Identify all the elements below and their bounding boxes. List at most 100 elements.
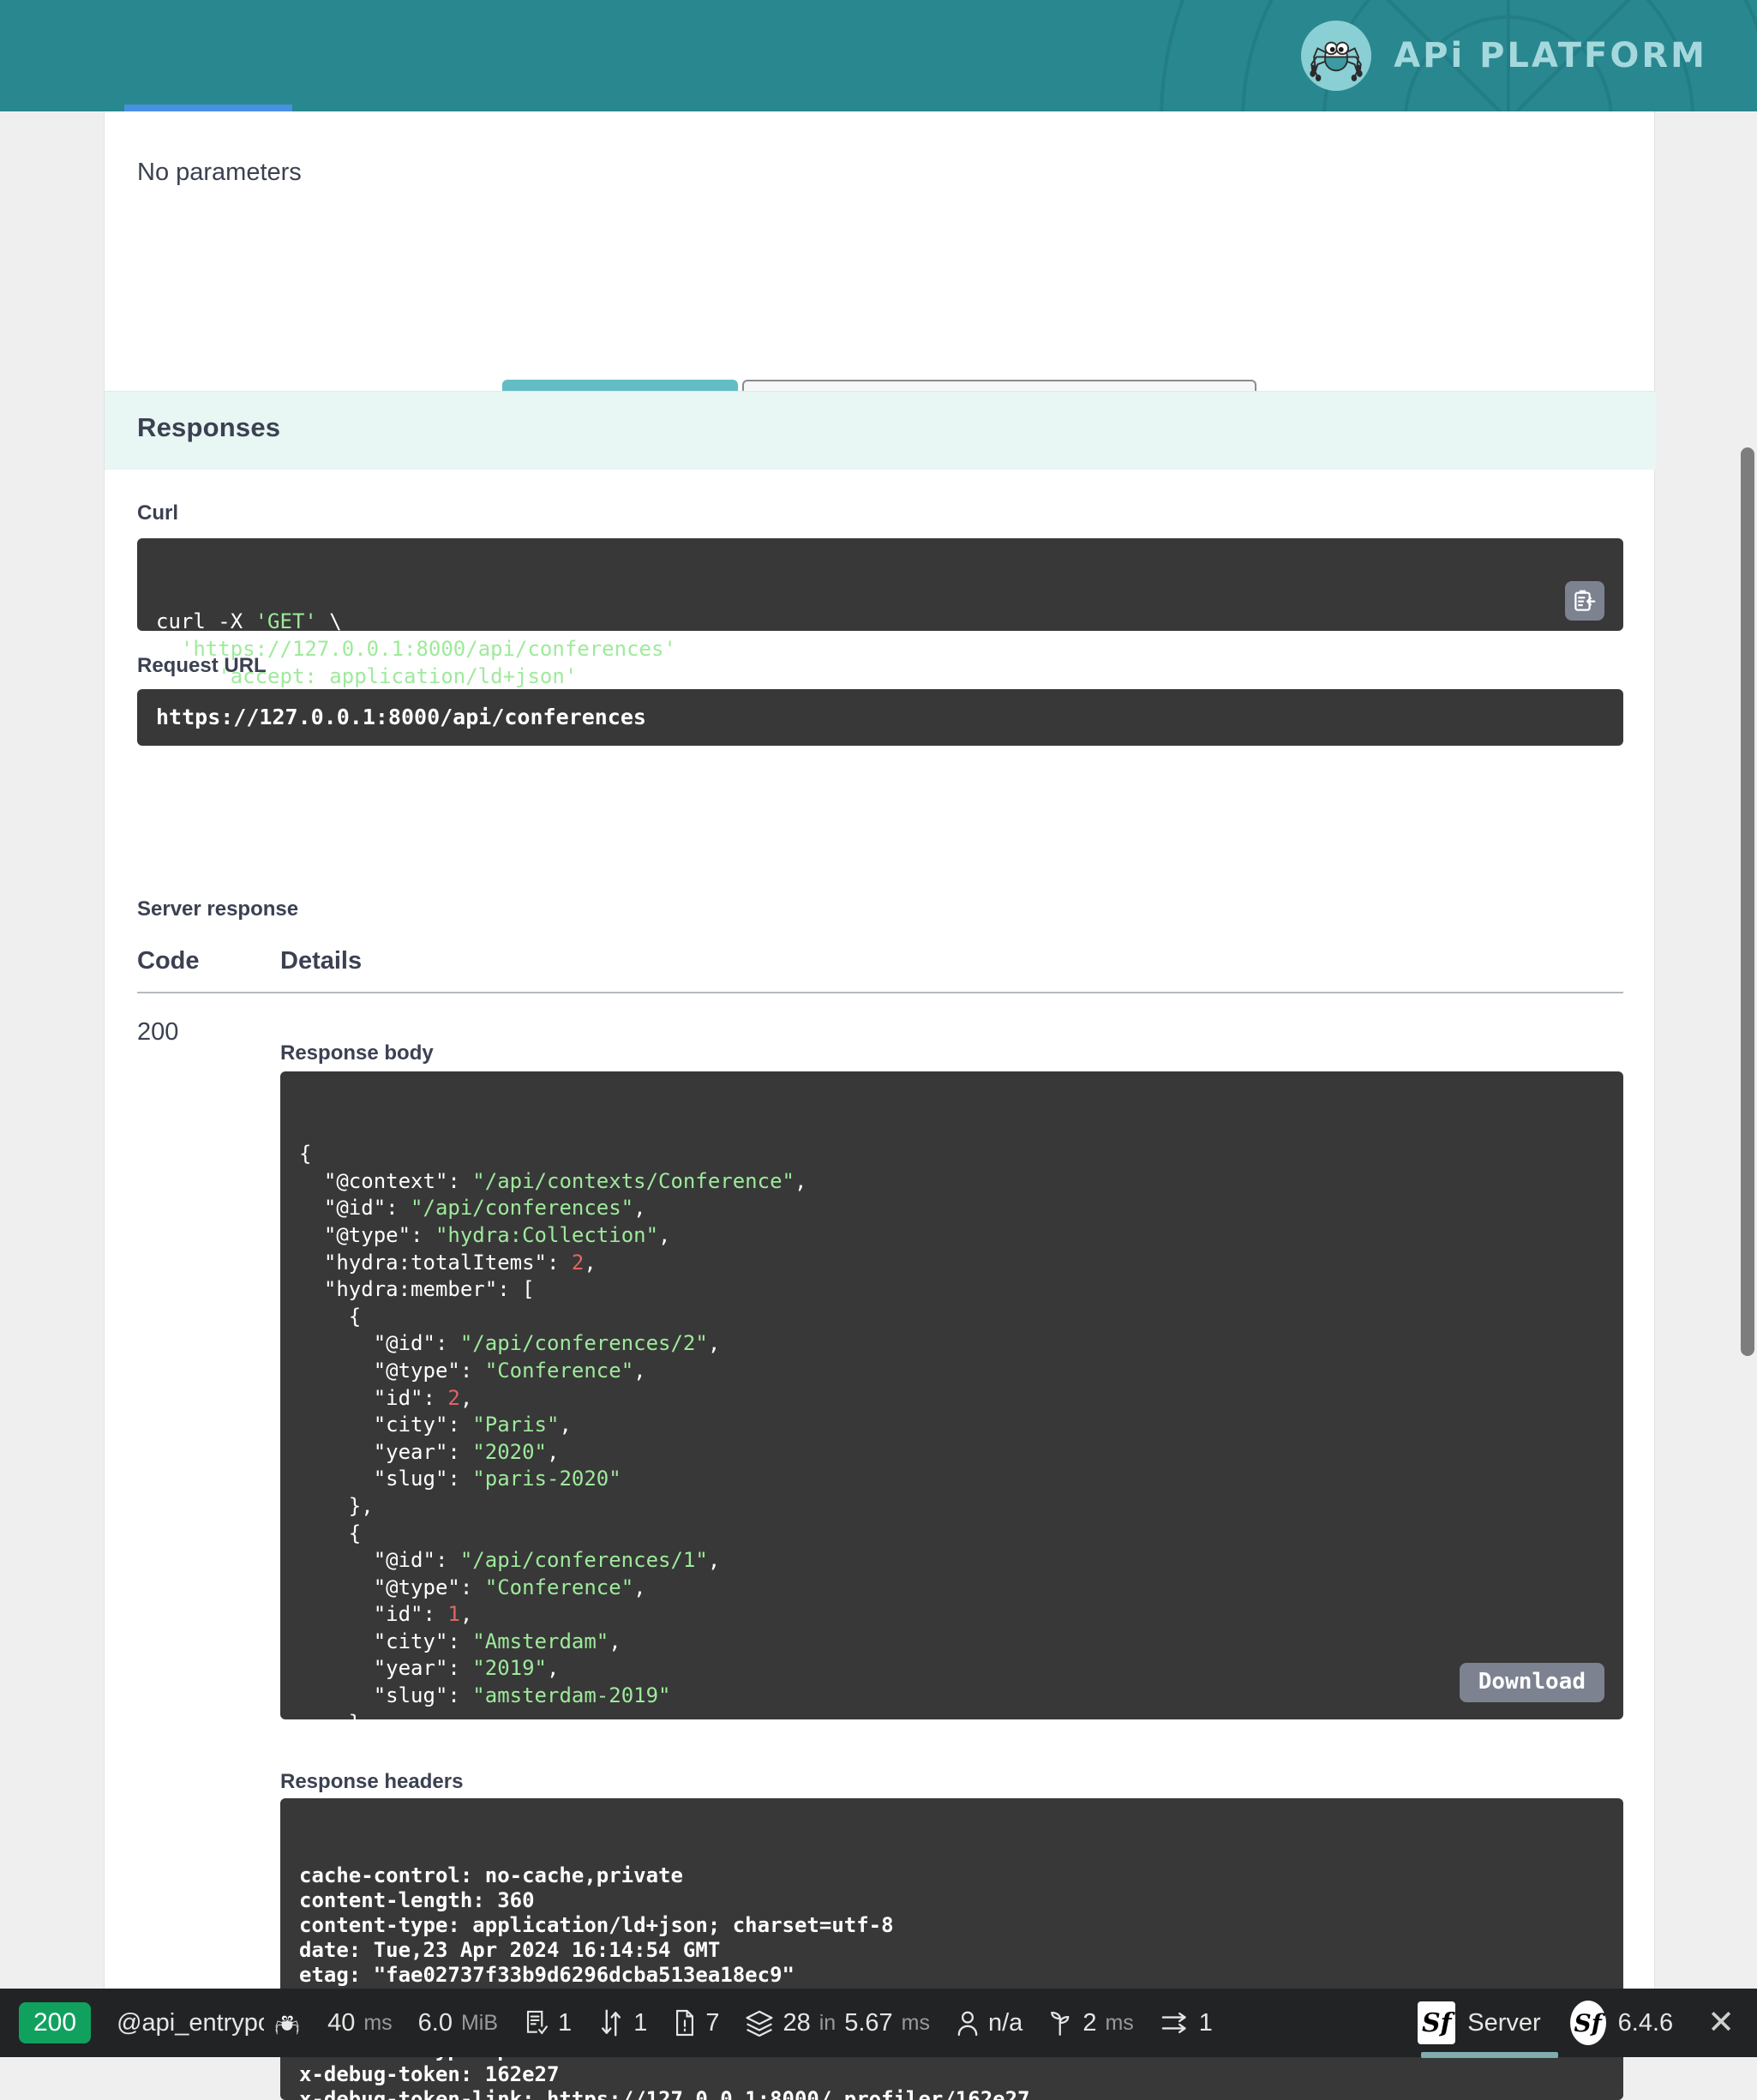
arrows-up-down-icon [597, 2008, 625, 2037]
time-value: 40 [327, 2009, 355, 2037]
toolbar-forms[interactable]: 1 [524, 2008, 572, 2037]
toolbar-redirects[interactable]: 1 [1160, 2009, 1213, 2037]
code-line: "@id": "/api/conferences/2", [299, 1330, 1604, 1358]
twig-value: 2 [1082, 2009, 1096, 2037]
code-line: } [299, 1710, 1604, 1737]
symfony-logo-icon: Sf [1418, 2001, 1455, 2044]
version-label: 6.4.6 [1618, 2009, 1674, 2037]
code-line: "id": 2, [299, 1385, 1604, 1413]
db-time-unit: ms [902, 2011, 930, 2036]
active-tab-indicator [124, 105, 292, 111]
header-line: x-debug-token: 162e27 [299, 2062, 1604, 2087]
toolbar-version[interactable]: Sf 6.4.6 [1570, 2001, 1674, 2045]
toolbar-http-client[interactable]: 1 [597, 2008, 647, 2037]
curl-command-text: curl -X 'GET' \ 'https://127.0.0.1:8000/… [156, 608, 1604, 690]
operation-panel: No parameters Execute Clear Responses Cu… [104, 111, 1655, 1989]
user-value: n/a [988, 2009, 1022, 2037]
code-line: -H 'accept: application/ld+json' [156, 663, 1604, 690]
symfony-logo-icon: Sf [1570, 2001, 1606, 2045]
response-body-json: { "@context": "/api/contexts/Conference"… [299, 1141, 1604, 1791]
code-line: "@id": "/api/conferences", [299, 1195, 1604, 1222]
response-headers-label: Response headers [280, 1770, 463, 1794]
server-label: Server [1467, 2009, 1540, 2037]
toolbar-security-user[interactable]: n/a [956, 2008, 1022, 2037]
forms-count: 1 [558, 2009, 572, 2037]
app-header-banner: APi PLATFORM [0, 0, 1757, 111]
db-time: 5.67 [844, 2009, 892, 2037]
no-parameters-text: No parameters [137, 159, 302, 187]
toolbar-twig[interactable]: 2 ms [1048, 2008, 1133, 2037]
curl-command-block[interactable]: curl -X 'GET' \ 'https://127.0.0.1:8000/… [137, 538, 1623, 631]
db-queries: 28 [783, 2009, 810, 2037]
responses-section-header: Responses [105, 391, 1656, 470]
code-line: "year": "2020", [299, 1439, 1604, 1467]
code-line: ] [299, 1737, 1604, 1764]
document-alert-icon [673, 2008, 697, 2037]
code-line: "@type": "Conference", [299, 1358, 1604, 1385]
request-url-label: Request URL [137, 654, 267, 678]
layers-icon [745, 2009, 774, 2037]
code-line: { [299, 1304, 1604, 1331]
redirect-count: 1 [1199, 2009, 1213, 2037]
code-line: 'https://127.0.0.1:8000/api/conferences'… [156, 635, 1604, 663]
code-line: { [299, 1141, 1604, 1168]
column-header-code: Code [137, 947, 200, 975]
toolbar-time[interactable]: 40 ms [327, 2009, 393, 2037]
spider-icon [273, 2007, 302, 2039]
http-count: 1 [633, 2009, 647, 2037]
code-line: curl -X 'GET' \ [156, 608, 1604, 635]
header-line: date: Tue,23 Apr 2024 16:14:54 GMT [299, 1938, 1604, 1963]
time-unit: ms [363, 2011, 392, 2036]
code-line: "@type": "hydra:Collection", [299, 1222, 1604, 1250]
twig-leaf-icon [1048, 2008, 1074, 2037]
code-line: "@context": "/api/contexts/Conference", [299, 1168, 1604, 1196]
code-line: "slug": "paris-2020" [299, 1466, 1604, 1493]
code-line: "slug": "amsterdam-2019" [299, 1683, 1604, 1710]
code-line: "@id": "/api/conferences/1", [299, 1547, 1604, 1575]
close-icon[interactable]: ✕ [1707, 2007, 1735, 2039]
header-line: etag: "fae02737f33b9d6296dcba513ea18ec9" [299, 1963, 1604, 1988]
code-line: } [299, 1764, 1604, 1791]
status-badge[interactable]: 200 [19, 2002, 91, 2043]
memory-unit: MiB [461, 2011, 498, 2036]
toolbar-logs[interactable]: 7 [673, 2008, 719, 2037]
request-url-block[interactable]: https://127.0.0.1:8000/api/conferences [137, 689, 1623, 746]
server-response-label: Server response [137, 897, 298, 921]
response-status-code: 200 [137, 1018, 178, 1047]
response-headers-text: cache-control: no-cache,privatecontent-l… [299, 1863, 1604, 2100]
header-line: cache-control: no-cache,private [299, 1863, 1604, 1888]
column-header-details: Details [280, 947, 362, 975]
header-line: x-debug-token-link: https://127.0.0.1:80… [299, 2087, 1604, 2100]
page-scrollbar-track[interactable] [1738, 111, 1757, 1989]
code-line: "city": "Amsterdam", [299, 1629, 1604, 1656]
toolbar-database[interactable]: 28 in 5.67 ms [745, 2009, 930, 2037]
code-line: "id": 1, [299, 1601, 1604, 1629]
code-line: }, [299, 1493, 1604, 1521]
curl-label: Curl [137, 501, 178, 525]
page-scrollbar-thumb[interactable] [1741, 447, 1754, 1356]
toolbar-server-panel[interactable]: Sf Server [1418, 2001, 1540, 2044]
brand-name: APi PLATFORM [1394, 36, 1707, 75]
code-line: "hydra:totalItems": 2, [299, 1250, 1604, 1277]
redirect-arrows-icon [1160, 2010, 1190, 2036]
header-line: content-length: 360 [299, 1888, 1604, 1913]
response-body-label: Response body [280, 1041, 434, 1065]
table-divider [137, 992, 1623, 993]
download-button[interactable]: Download [1460, 1663, 1604, 1702]
spider-icon [1301, 21, 1371, 91]
code-line: "hydra:member": [ [299, 1276, 1604, 1304]
code-line: "year": "2019", [299, 1655, 1604, 1683]
toolbar-route[interactable]: @api_entrypoin [117, 2007, 302, 2039]
code-line: "@type": "Conference", [299, 1575, 1604, 1602]
route-name: @api_entrypoin [117, 2009, 264, 2037]
code-line: { [299, 1521, 1604, 1548]
clipboard-copy-icon[interactable] [1565, 581, 1604, 621]
toolbar-memory[interactable]: 6.0 MiB [418, 2009, 498, 2037]
logs-count: 7 [705, 2009, 719, 2037]
db-in-label: in [819, 2011, 836, 2036]
brand-logo[interactable]: APi PLATFORM [1301, 21, 1707, 91]
symfony-debug-toolbar: 200 @api_entrypoin 40 ms 6.0 Mi [0, 1989, 1757, 2057]
response-body-block[interactable]: { "@context": "/api/contexts/Conference"… [280, 1071, 1623, 1719]
memory-value: 6.0 [418, 2009, 453, 2037]
header-line: content-type: application/ld+json; chars… [299, 1913, 1604, 1938]
